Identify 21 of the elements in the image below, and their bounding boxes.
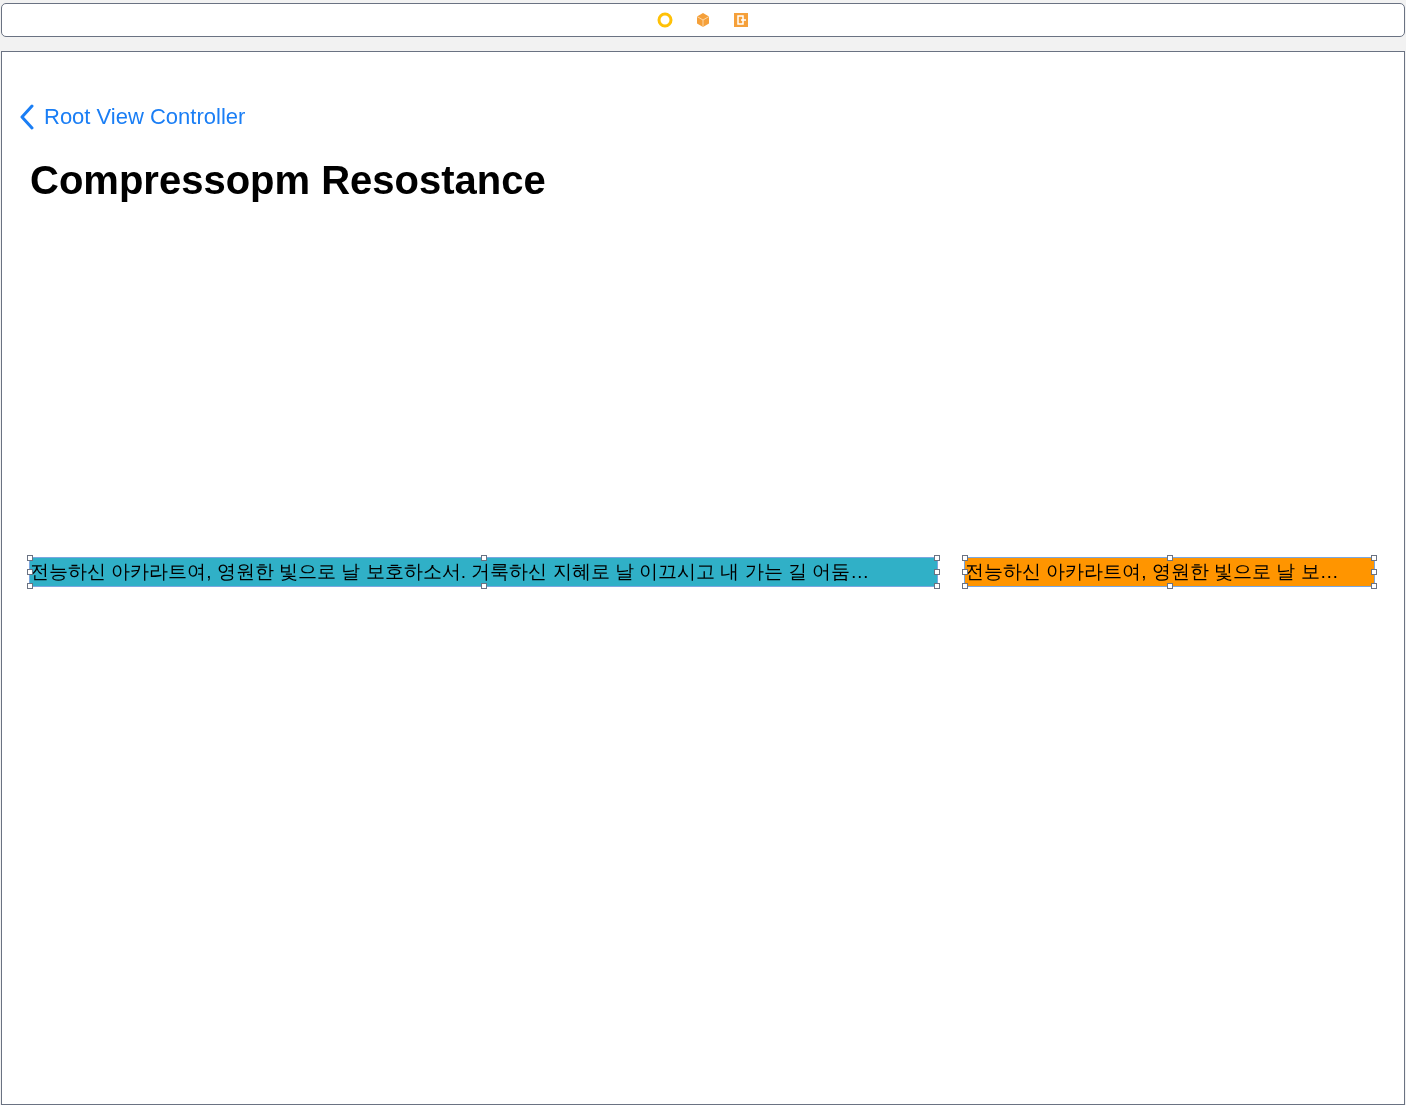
- resize-handle[interactable]: [1371, 583, 1377, 589]
- resize-handle[interactable]: [27, 555, 33, 561]
- resize-handle[interactable]: [480, 583, 487, 589]
- resize-handle[interactable]: [962, 583, 968, 589]
- resize-handle[interactable]: [27, 583, 33, 589]
- resize-handle[interactable]: [27, 569, 33, 575]
- resize-handle[interactable]: [1371, 555, 1377, 561]
- resize-handle[interactable]: [934, 569, 940, 575]
- back-link[interactable]: Root View Controller: [44, 100, 246, 133]
- resize-handle[interactable]: [962, 555, 968, 561]
- text-label[interactable]: 전능하신 아카라트여, 영원한 빛으로 날 보…: [965, 558, 1374, 586]
- resize-handle[interactable]: [962, 569, 968, 575]
- large-title: Compressopm Resostance: [29, 157, 547, 204]
- resize-handle[interactable]: [1166, 555, 1173, 561]
- resize-handle[interactable]: [480, 555, 487, 561]
- resize-handle[interactable]: [934, 583, 940, 589]
- resize-handle[interactable]: [1371, 569, 1377, 575]
- text-label[interactable]: 전능하신 아카라트여, 영원한 빛으로 날 보호하소서. 거룩하신 지혜로 날 이끄시고 내 가는 길 어둠…: [30, 558, 937, 586]
- resize-handle[interactable]: [934, 555, 940, 561]
- resize-handle[interactable]: [1166, 583, 1173, 589]
- back-chevron-icon[interactable]: [20, 103, 34, 130]
